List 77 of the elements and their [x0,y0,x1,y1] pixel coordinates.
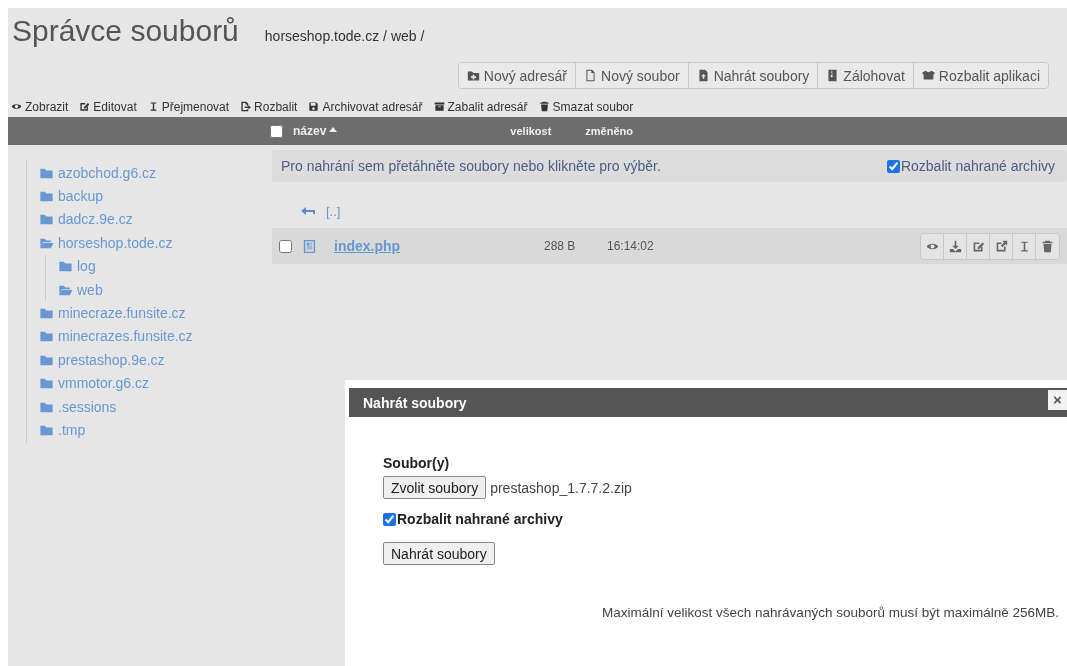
action-link[interactable]: Archivovat adresář [308,98,423,115]
folder-item[interactable]: vmmotor.g6.cz [39,371,272,395]
document-icon [302,237,317,255]
folder-item[interactable]: .sessions [39,394,272,419]
folder-name: web [77,281,103,298]
folder-name: backup [58,188,104,205]
file-zipper-icon [826,69,840,82]
action-link[interactable]: Přejmenovat [147,98,230,115]
trash-icon [1041,239,1054,253]
checkbox-label: Rozbalit nahrané archivy [900,158,1055,174]
file-size: 288 B [544,239,577,253]
dialog-title: Nahrát soubory [362,394,467,411]
folder-item[interactable]: .tmp [39,418,272,442]
folder-item[interactable]: backup [39,184,272,208]
column-header[interactable]: velikost [510,125,552,137]
parent-folder-link[interactable]: [..] [326,203,341,219]
folder-item[interactable]: minecrazes.funsite.cz [39,324,272,349]
column-header[interactable]: změněno [585,125,633,137]
toolbar-button[interactable]: Nový adresář [458,63,577,88]
folder-name: prestashop.9e.cz [58,351,165,368]
drop-zone-text: Pro nahrání sem přetáhněte soubory nebo klikněte pro výběr. [281,158,661,174]
column-header[interactable]: název [293,124,327,138]
download-button[interactable] [944,233,967,259]
pencil-icon [971,239,985,253]
folder-name: azobchod.g6.cz [58,164,157,181]
action-link[interactable]: Zobrazit [11,98,69,115]
folder-item[interactable]: dadcz.9e.cz [39,207,272,232]
breadcrumb: horseshop.tode.cz / web / [264,28,425,44]
file-icon [584,69,598,82]
eye-button[interactable] [921,233,944,259]
folder-item[interactable]: horseshop.tode.cz [39,231,272,255]
folder-name: dadcz.9e.cz [58,211,133,228]
select-all-checkbox[interactable] [270,124,283,138]
cursor-button[interactable] [1013,233,1036,259]
folder-name: log [77,258,96,275]
size-limit-note: Maximální velikost všech nahrávaných souborů musí být maximálně 256MB. [601,605,1059,620]
folder-name: minecraze.funsite.cz [58,305,186,322]
action-link[interactable]: Editovat [79,98,137,115]
folder-item[interactable]: log [58,254,272,278]
chosen-file-name: prestashop_1.7.7.2.zip [490,479,632,496]
pencil-icon [79,101,91,112]
archive-icon [433,101,445,112]
file-upload-icon [696,69,710,82]
file-modified: 16:14:02 [607,239,654,253]
pencil-button[interactable] [967,233,990,259]
extract-checkbox[interactable] [886,159,900,173]
folder-item[interactable]: minecraze.funsite.cz [39,301,272,325]
trash-icon [538,101,550,112]
file-arrow-icon [240,101,252,112]
close-button[interactable]: × [1048,390,1067,410]
folder-item[interactable]: azobchod.g6.cz [39,161,272,185]
drop-zone[interactable]: Pro nahrání sem přetáhněte soubory nebo klikněte pro výběr. Rozbalit nahrané archivy [272,150,1067,182]
action-link[interactable]: Zabalit adresář [433,98,528,115]
folder-name: .sessions [58,398,117,415]
field-label: Soubor(y) [383,455,451,471]
download-icon [948,239,962,253]
extract-checkbox[interactable] [383,512,396,526]
upload-button[interactable]: Nahrát soubory [383,542,495,565]
folder-item[interactable]: web [58,277,272,302]
external-button[interactable] [990,233,1013,259]
eye-icon [11,101,22,112]
action-link[interactable]: Rozbalit [240,98,298,115]
folder-plus-icon [466,69,480,82]
sort-caret-icon [329,126,338,132]
folder-item[interactable]: prestashop.9e.cz [39,348,272,372]
row-checkbox[interactable] [279,239,292,253]
page-title: Správce souborů [12,14,239,48]
folder-name: horseshop.tode.cz [58,234,173,251]
checkbox-label: Rozbalit nahrané archivy [397,511,563,527]
external-icon [994,239,1008,253]
choose-files-button[interactable]: Zvolit soubory [383,476,487,499]
trash-button[interactable] [1036,233,1059,259]
action-link[interactable]: Smazat soubor [538,98,634,115]
floppy-icon [308,101,320,112]
folder-name: .tmp [58,422,86,438]
folder-name: minecrazes.funsite.cz [58,328,193,345]
folder-name: vmmotor.g6.cz [58,375,150,392]
